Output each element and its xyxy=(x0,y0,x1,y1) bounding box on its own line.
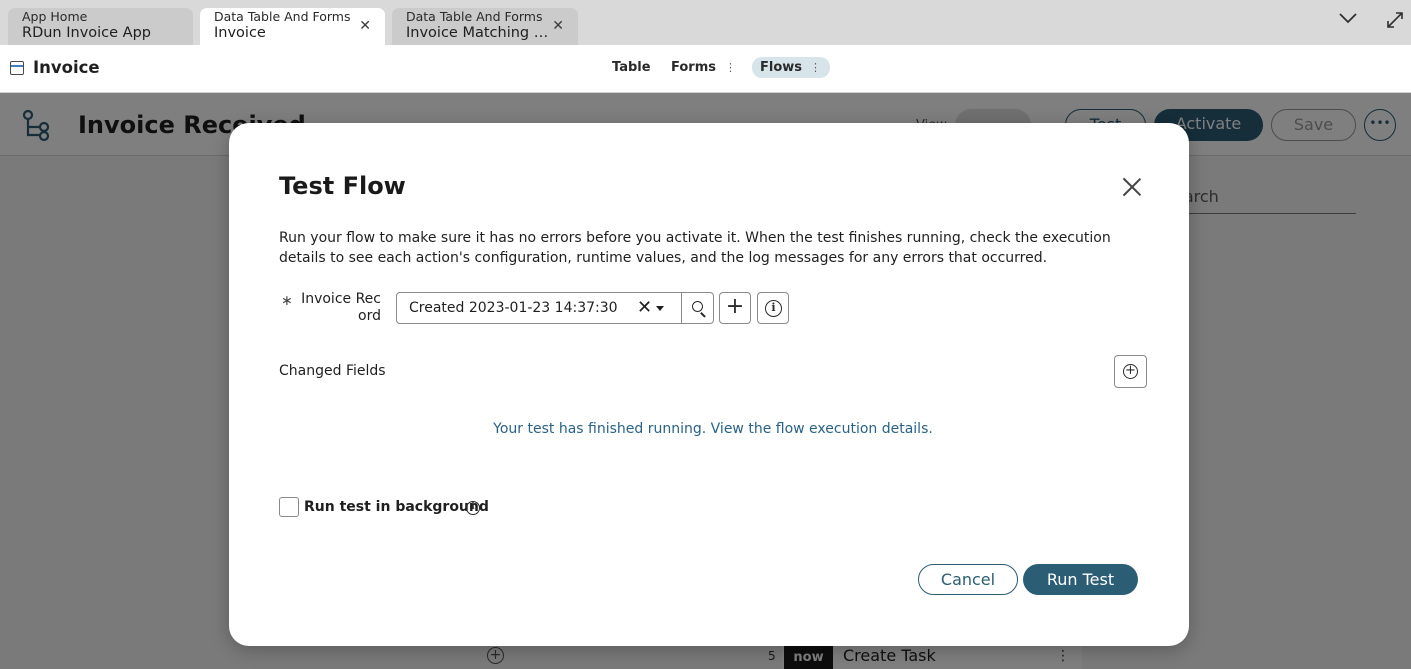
tab-label: RDun Invoice App xyxy=(22,25,152,41)
add-circle-icon: + xyxy=(1123,364,1138,379)
search-icon xyxy=(692,301,703,312)
tab-group-label: App Home xyxy=(22,9,88,24)
dialog-description: Run your flow to make sure it has no err… xyxy=(279,230,1111,266)
execution-details-link[interactable]: Your test has finished running. View the… xyxy=(229,421,1197,437)
invoice-record-label: Invoice Record xyxy=(301,291,381,324)
close-icon[interactable] xyxy=(1122,177,1142,197)
tab-label: Invoice Matching Ta... xyxy=(406,25,551,41)
info-icon[interactable]: i xyxy=(466,501,480,515)
run-test-button[interactable]: Run Test xyxy=(1023,564,1138,595)
lookup-search-button[interactable] xyxy=(682,292,714,324)
run-in-background-checkbox[interactable] xyxy=(279,497,299,517)
chevron-down-icon[interactable] xyxy=(1338,10,1358,29)
plus-icon: + xyxy=(725,294,745,319)
dialog-title: Test Flow xyxy=(279,172,406,200)
nav-forms[interactable]: Forms xyxy=(663,57,724,78)
app-header: Invoice Table Forms ⋮ Flows ⋮ xyxy=(0,45,1411,93)
test-flow-dialog: Test Flow Run your flow to make sure it … xyxy=(229,123,1189,646)
tab-invoice[interactable]: Data Table And Forms Invoice ✕ xyxy=(200,8,385,45)
nav-table[interactable]: Table xyxy=(604,57,659,78)
close-icon[interactable]: ✕ xyxy=(552,18,564,34)
required-icon: ∗ xyxy=(281,293,293,309)
forms-menu-icon[interactable]: ⋮ xyxy=(725,61,736,74)
flows-menu-icon[interactable]: ⋮ xyxy=(810,61,821,74)
invoice-record-value: Created 2023-01-23 14:37:30 xyxy=(409,300,618,316)
table-icon xyxy=(10,61,24,75)
close-icon[interactable]: ✕ xyxy=(359,18,371,34)
record-info-button[interactable]: i xyxy=(757,292,789,324)
expand-icon[interactable] xyxy=(1385,10,1405,34)
run-in-background-label: Run test in background xyxy=(304,499,489,515)
changed-fields-label: Changed Fields xyxy=(279,363,386,379)
app-title: Invoice xyxy=(33,58,100,77)
add-changed-field-button[interactable]: + xyxy=(1114,355,1147,388)
tab-strip: App Home RDun Invoice App Data Table And… xyxy=(0,0,1411,45)
caret-down-icon[interactable] xyxy=(656,306,664,311)
tab-invoice-matching[interactable]: Data Table And Forms Invoice Matching Ta… xyxy=(392,8,578,45)
clear-icon[interactable]: ✕ xyxy=(637,299,652,317)
info-icon: i xyxy=(765,300,782,317)
tab-rdun-invoice-app[interactable]: App Home RDun Invoice App xyxy=(8,8,193,45)
cancel-button[interactable]: Cancel xyxy=(918,564,1018,595)
add-record-button[interactable]: + xyxy=(719,292,751,324)
